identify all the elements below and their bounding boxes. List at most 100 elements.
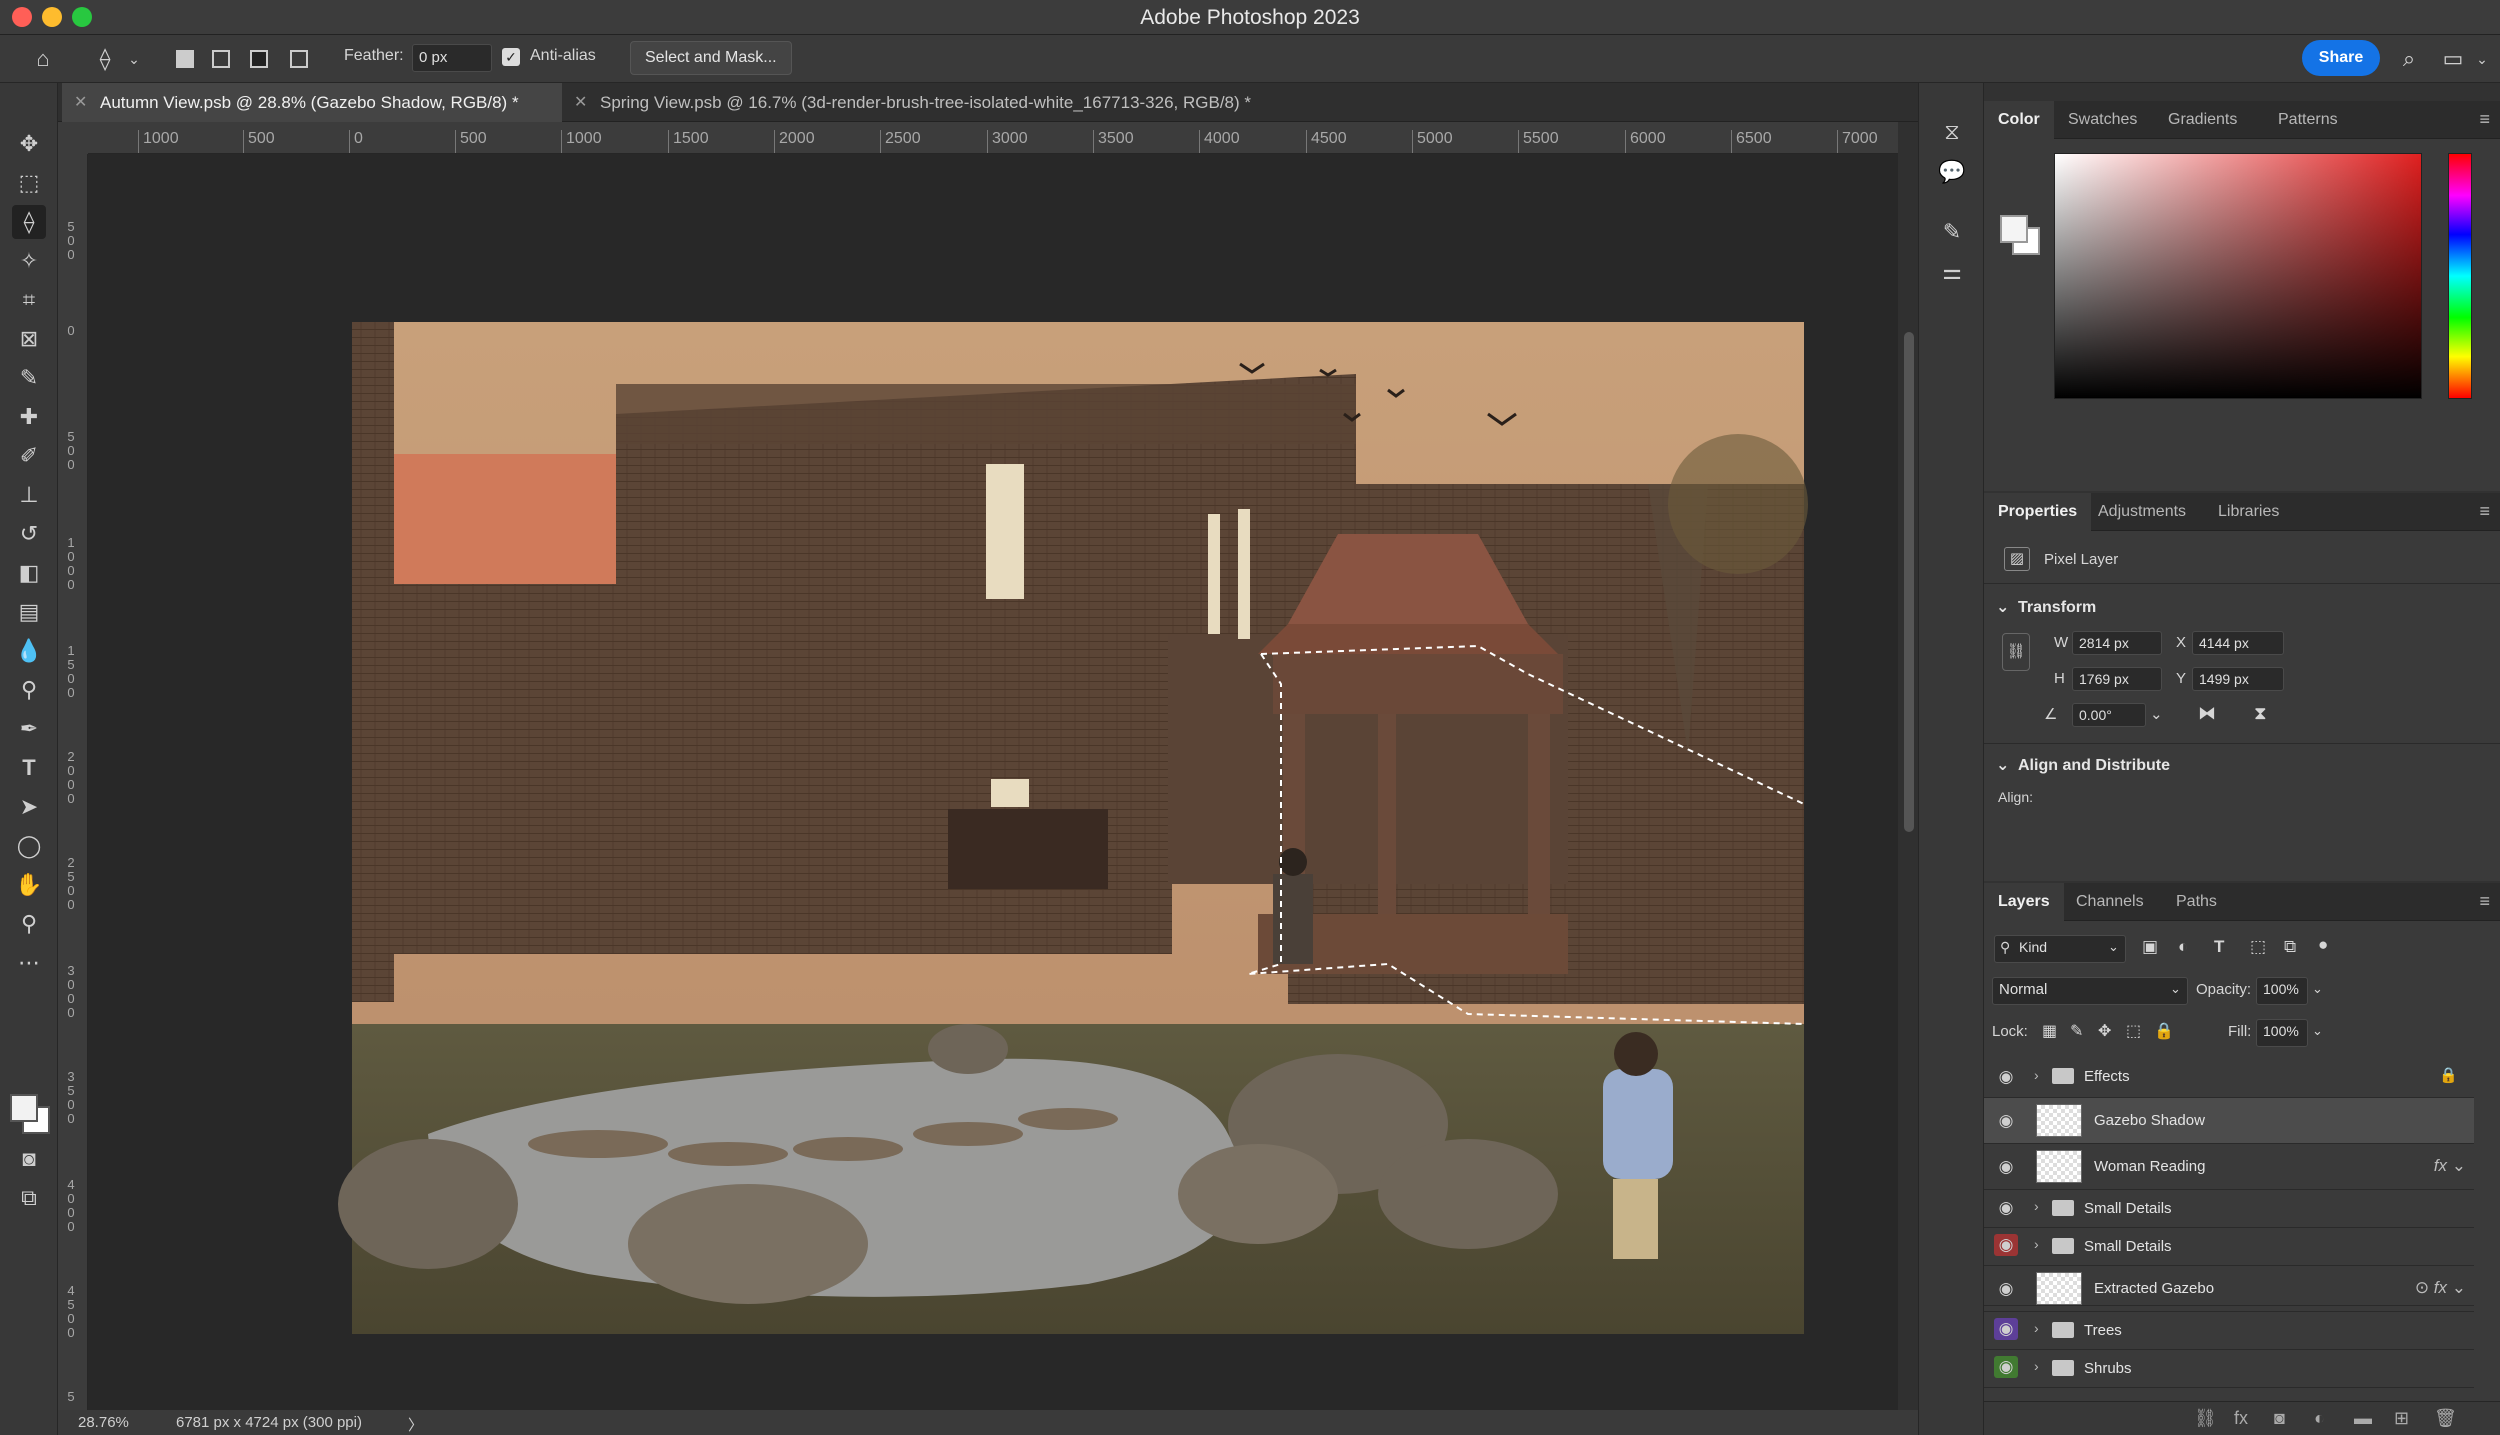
zoom-level[interactable]: 28.76% <box>78 1414 129 1431</box>
align-chevron-icon[interactable]: ⌄ <box>1996 755 2009 775</box>
intersect-selection-icon[interactable] <box>290 50 308 68</box>
new-layer-icon[interactable]: ⊞ <box>2394 1408 2409 1429</box>
tab-layers[interactable]: Layers <box>1984 883 2064 921</box>
layer-row-small-details[interactable]: ◉ › Small Details <box>1984 1190 2474 1228</box>
visibility-eye-icon[interactable]: ◉ <box>1994 1197 2018 1219</box>
visibility-eye-icon[interactable]: ◉ <box>1994 1156 2018 1178</box>
status-menu-arrow-icon[interactable]: 〉 <box>408 1414 423 1435</box>
fill-input[interactable]: 100% <box>2256 1019 2308 1047</box>
x-position-input[interactable]: 4144 px <box>2192 631 2284 655</box>
add-mask-icon[interactable]: ◙ <box>2274 1408 2285 1429</box>
ellipse-tool-icon[interactable]: ◯ <box>12 829 46 863</box>
layer-row-effects[interactable]: ◉ › Effects 🔒 <box>1984 1057 2474 1098</box>
select-and-mask-button[interactable]: Select and Mask... <box>630 41 792 75</box>
eyedropper-tool-icon[interactable]: ✎ <box>12 361 46 395</box>
layer-name[interactable]: Extracted Gazebo <box>2094 1280 2214 1297</box>
link-layers-icon[interactable]: ⛓ <box>2194 1408 2217 1429</box>
group-expand-icon[interactable]: › <box>2034 1067 2039 1083</box>
tab-adjustments[interactable]: Adjustments <box>2084 493 2200 531</box>
group-expand-icon[interactable]: › <box>2034 1198 2039 1214</box>
quick-mask-icon[interactable]: ◙ <box>12 1142 46 1176</box>
tab-patterns[interactable]: Patterns <box>2264 101 2352 139</box>
angle-input[interactable]: 0.00° <box>2072 703 2146 727</box>
layer-name[interactable]: Shrubs <box>2084 1360 2132 1377</box>
horizontal-ruler[interactable]: 1000 500 0 500 1000 1500 2000 2500 3000 … <box>88 122 1898 154</box>
fill-chevron-icon[interactable]: ⌄ <box>2312 1023 2323 1039</box>
new-adjustment-icon[interactable]: ◐ <box>2314 1408 2325 1429</box>
opacity-input[interactable]: 100% <box>2256 977 2308 1005</box>
document-image[interactable] <box>88 154 1898 1410</box>
visibility-eye-icon[interactable]: ◉ <box>1994 1066 2018 1088</box>
angle-dropdown-icon[interactable]: ⌄ <box>2150 705 2163 723</box>
layer-effects-icon[interactable]: fx ⌄ <box>2434 1156 2466 1176</box>
height-input[interactable]: 1769 px <box>2072 667 2162 691</box>
antialias-checkbox[interactable]: ✓ <box>502 48 520 66</box>
move-tool-icon[interactable]: ✥ <box>12 127 46 161</box>
adjustments-icon[interactable]: ⚌ <box>1937 259 1967 289</box>
layer-row-woman-reading[interactable]: ◉ Woman Reading fx ⌄ <box>1984 1144 2474 1190</box>
lock-position-icon[interactable]: ✥ <box>2098 1021 2111 1041</box>
foreground-color-chip[interactable] <box>2000 215 2028 243</box>
add-selection-icon[interactable] <box>212 50 230 68</box>
filter-shape-icon[interactable]: ⬚ <box>2250 937 2266 957</box>
layer-name[interactable]: Effects <box>2084 1068 2130 1085</box>
tab-autumn-view[interactable]: ✕ Autumn View.psb @ 28.8% (Gazebo Shadow… <box>62 83 562 122</box>
layer-effects-icon[interactable]: ⊙ fx ⌄ <box>2415 1278 2466 1298</box>
layer-row-small-details-red[interactable]: ◉ › Small Details <box>1984 1228 2474 1266</box>
tab-paths[interactable]: Paths <box>2162 883 2231 921</box>
zoom-tool-icon[interactable]: ⚲ <box>12 907 46 941</box>
pen-tool-icon[interactable]: ✒ <box>12 712 46 746</box>
opacity-chevron-icon[interactable]: ⌄ <box>2312 981 2323 997</box>
group-expand-icon[interactable]: › <box>2034 1358 2039 1374</box>
filter-type-icon[interactable]: T <box>2214 937 2224 957</box>
blur-tool-icon[interactable]: 💧 <box>12 634 46 668</box>
screen-mode-icon[interactable]: ⧉ <box>12 1181 46 1215</box>
layer-name[interactable]: Woman Reading <box>2094 1158 2205 1175</box>
properties-panel-menu-icon[interactable]: ≡ <box>2479 501 2490 522</box>
dodge-tool-icon[interactable]: ⚲ <box>12 673 46 707</box>
lock-all-icon[interactable]: 🔒 <box>2154 1021 2174 1041</box>
eraser-tool-icon[interactable]: ◧ <box>12 556 46 590</box>
layer-name[interactable]: Gazebo Shadow <box>2094 1112 2205 1129</box>
layer-name[interactable]: Small Details <box>2084 1200 2172 1217</box>
magic-wand-tool-icon[interactable]: ✧ <box>12 244 46 278</box>
crop-tool-icon[interactable]: ⌗ <box>12 283 46 317</box>
share-button[interactable]: Share <box>2302 40 2380 76</box>
canvas-area[interactable] <box>88 154 1898 1410</box>
visibility-eye-icon[interactable]: ◉ <box>1994 1278 2018 1300</box>
lock-image-icon[interactable]: ✎ <box>2070 1021 2083 1041</box>
brush-settings-icon[interactable]: ✎ <box>1937 219 1967 249</box>
search-icon[interactable]: ⌕ <box>2392 43 2426 75</box>
tab-swatches[interactable]: Swatches <box>2054 101 2151 139</box>
group-expand-icon[interactable]: › <box>2034 1320 2039 1336</box>
layer-name[interactable]: Trees <box>2084 1322 2122 1339</box>
transform-title[interactable]: Transform <box>2018 599 2096 617</box>
blend-chevron-icon[interactable]: ⌄ <box>2170 981 2181 997</box>
brush-tool-icon[interactable]: ✐ <box>12 439 46 473</box>
lock-transparent-icon[interactable]: ▦ <box>2042 1021 2057 1041</box>
gradient-tool-icon[interactable]: ▤ <box>12 595 46 629</box>
tab-gradients[interactable]: Gradients <box>2154 101 2251 139</box>
color-panel-menu-icon[interactable]: ≡ <box>2479 109 2490 130</box>
link-proportions-icon[interactable]: ⛓ <box>2002 633 2030 671</box>
filter-chevron-icon[interactable]: ⌄ <box>2108 939 2119 955</box>
layers-panel-menu-icon[interactable]: ≡ <box>2479 891 2490 912</box>
filter-pixel-icon[interactable]: ▣ <box>2142 937 2158 957</box>
comments-icon[interactable]: 💬 <box>1937 159 1967 189</box>
workspace-icon[interactable]: ▭ <box>2436 43 2470 75</box>
add-style-icon[interactable]: fx <box>2234 1408 2248 1429</box>
history-icon[interactable]: ⧖ <box>1937 119 1967 149</box>
visibility-eye-icon[interactable]: ◉ <box>1994 1318 2018 1340</box>
transform-chevron-icon[interactable]: ⌄ <box>1996 597 2009 617</box>
hand-tool-icon[interactable]: ✋ <box>12 868 46 902</box>
filter-smart-object-icon[interactable]: ⧉ <box>2284 937 2296 957</box>
subtract-selection-icon[interactable] <box>250 50 268 68</box>
tab-libraries[interactable]: Libraries <box>2204 493 2293 531</box>
type-tool-icon[interactable]: T <box>12 751 46 785</box>
workspace-chevron-icon[interactable]: ⌄ <box>2470 43 2494 75</box>
feather-input[interactable]: 0 px <box>412 44 492 72</box>
more-tools-icon[interactable]: ⋯ <box>12 946 46 980</box>
new-selection-icon[interactable] <box>176 50 194 68</box>
vertical-ruler[interactable]: 500 0 500 1000 1500 2000 2500 3000 3500 … <box>58 154 88 1410</box>
clone-stamp-tool-icon[interactable]: ⊥ <box>12 478 46 512</box>
